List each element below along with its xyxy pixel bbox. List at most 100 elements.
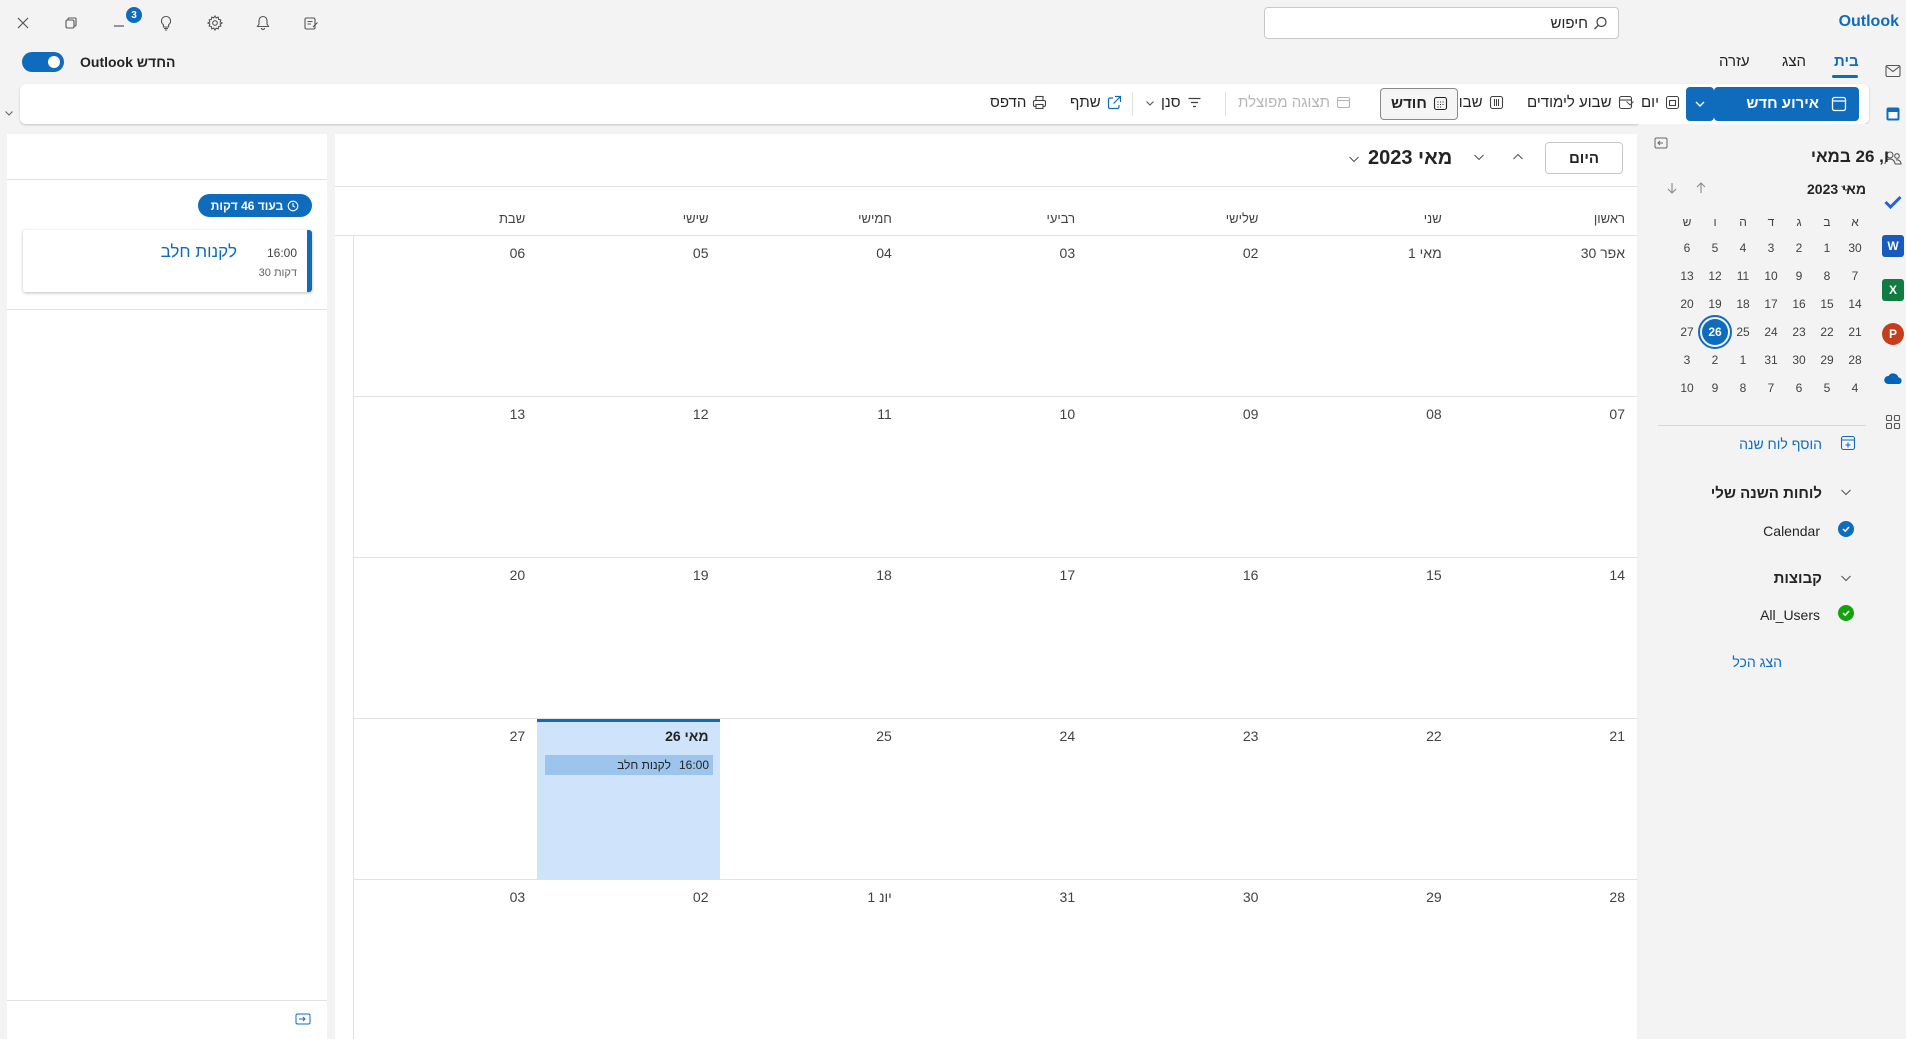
word-icon[interactable]: W bbox=[1882, 235, 1904, 257]
lightbulb-icon[interactable] bbox=[155, 12, 177, 34]
today-button[interactable]: היום bbox=[1545, 142, 1623, 174]
mini-day-cell[interactable]: 14 bbox=[1842, 291, 1868, 317]
mini-day-cell[interactable]: 11 bbox=[1730, 263, 1756, 289]
new-event-button[interactable]: אירוע חדש bbox=[1714, 87, 1859, 121]
mini-day-cell[interactable]: 9 bbox=[1786, 263, 1812, 289]
day-cell-date[interactable]: 08 bbox=[1426, 406, 1442, 422]
day-cell-date[interactable]: 21 bbox=[1609, 728, 1625, 744]
day-cell-date[interactable]: 14 bbox=[1609, 567, 1625, 583]
day-cell-date[interactable]: 13 bbox=[510, 406, 526, 422]
day-cell-date[interactable]: 06 bbox=[510, 245, 526, 261]
day-cell-date[interactable]: 22 bbox=[1426, 728, 1442, 744]
arrow-down-icon[interactable] bbox=[1665, 181, 1679, 195]
tab-help[interactable]: עזרה bbox=[1719, 53, 1750, 70]
group-name[interactable]: All_Users bbox=[1760, 607, 1820, 623]
day-cell-date[interactable]: 03 bbox=[1060, 245, 1076, 261]
calendar-app-icon[interactable] bbox=[1882, 103, 1904, 125]
day-cell-date[interactable]: 02 bbox=[1243, 245, 1259, 261]
day-cell-date[interactable]: 29 bbox=[1426, 889, 1442, 905]
mini-day-cell[interactable]: 19 bbox=[1702, 291, 1728, 317]
mini-day-cell[interactable]: 3 bbox=[1758, 235, 1784, 261]
day-cell-date[interactable]: 31 bbox=[1060, 889, 1076, 905]
whats-new-icon[interactable] bbox=[300, 12, 322, 34]
day-cell-date[interactable]: 02 bbox=[693, 889, 709, 905]
day-cell-date[interactable]: 07 bbox=[1609, 406, 1625, 422]
search-box[interactable]: חיפוש bbox=[1264, 7, 1619, 39]
mini-day-cell[interactable]: 5 bbox=[1702, 235, 1728, 261]
day-cell-date[interactable]: 03 bbox=[510, 889, 526, 905]
gear-icon[interactable] bbox=[204, 12, 226, 34]
next-month-icon[interactable] bbox=[1473, 152, 1485, 162]
day-cell-date[interactable]: 05 bbox=[693, 245, 709, 261]
week-view-button[interactable]: שבוע bbox=[1450, 94, 1504, 111]
show-all-link[interactable]: הצג הכל bbox=[1732, 654, 1782, 670]
add-calendar-link[interactable]: הוסף לוח שנה bbox=[1739, 436, 1822, 452]
mini-day-cell[interactable]: 4 bbox=[1730, 235, 1756, 261]
mini-day-cell[interactable]: 6 bbox=[1786, 375, 1812, 401]
mini-day-cell[interactable]: 8 bbox=[1730, 375, 1756, 401]
day-cell-date[interactable]: 12 bbox=[693, 406, 709, 422]
day-cell-date[interactable]: 20 bbox=[510, 567, 526, 583]
day-cell-date[interactable]: 09 bbox=[1243, 406, 1259, 422]
mini-day-cell[interactable]: 28 bbox=[1842, 347, 1868, 373]
filter-button[interactable]: סנן bbox=[1145, 94, 1202, 111]
mini-day-cell[interactable]: 1 bbox=[1814, 235, 1840, 261]
print-button[interactable]: הדפס bbox=[990, 94, 1047, 111]
mini-day-cell[interactable]: 23 bbox=[1786, 319, 1812, 345]
day-cell-date[interactable]: 24 bbox=[1060, 728, 1076, 744]
mini-day-cell[interactable]: 17 bbox=[1758, 291, 1784, 317]
excel-icon[interactable]: X bbox=[1882, 279, 1904, 301]
mini-day-cell[interactable]: 10 bbox=[1674, 375, 1700, 401]
day-cell-date[interactable]: 10 bbox=[1060, 406, 1076, 422]
mini-day-cell[interactable]: 31 bbox=[1758, 347, 1784, 373]
ribbon-collapse-icon[interactable] bbox=[4, 108, 14, 118]
mini-day-cell[interactable]: 13 bbox=[1674, 263, 1700, 289]
day-cell-date[interactable]: 28 bbox=[1609, 889, 1625, 905]
mini-day-cell[interactable]: 22 bbox=[1814, 319, 1840, 345]
mini-day-cell[interactable]: 30 bbox=[1842, 235, 1868, 261]
day-cell-date[interactable]: 30 אפר bbox=[1581, 245, 1625, 261]
day-cell-date[interactable]: 16 bbox=[1243, 567, 1259, 583]
mini-day-cell[interactable]: 16 bbox=[1786, 291, 1812, 317]
mini-day-cell[interactable]: 30 bbox=[1786, 347, 1812, 373]
day-cell-date[interactable]: 1 יונ bbox=[867, 889, 891, 905]
mini-day-cell[interactable]: 9 bbox=[1702, 375, 1728, 401]
day-cell-date[interactable]: 1 מאי bbox=[1408, 245, 1442, 261]
day-cell-date[interactable]: 26 מאי bbox=[665, 728, 708, 744]
mini-day-cell[interactable]: 5 bbox=[1814, 375, 1840, 401]
my-calendars-chevron-icon[interactable] bbox=[1840, 487, 1852, 497]
mini-day-cell[interactable]: 21 bbox=[1842, 319, 1868, 345]
mini-day-cell[interactable]: 24 bbox=[1758, 319, 1784, 345]
day-cell-date[interactable]: 19 bbox=[693, 567, 709, 583]
day-view-button[interactable]: יום bbox=[1625, 94, 1680, 111]
mini-day-cell[interactable]: 15 bbox=[1814, 291, 1840, 317]
mini-day-cell[interactable]: 10 bbox=[1758, 263, 1784, 289]
split-view-button[interactable]: תצוגה מפוצלת bbox=[1238, 94, 1351, 111]
day-cell-date[interactable]: 11 bbox=[877, 406, 892, 422]
my-calendars-heading[interactable]: לוחות השנה שלי bbox=[1711, 485, 1822, 502]
restore-icon[interactable] bbox=[60, 12, 82, 34]
day-cell-date[interactable]: 15 bbox=[1426, 567, 1442, 583]
work-week-view-button[interactable]: שבוע לימודים bbox=[1527, 94, 1633, 111]
day-cell-date[interactable]: 25 bbox=[876, 728, 892, 744]
search-input[interactable]: חיפוש bbox=[1551, 15, 1588, 32]
calendar-event[interactable]: 16:00 לקנות חלב bbox=[545, 755, 713, 775]
bell-icon[interactable] bbox=[252, 12, 274, 34]
month-title[interactable]: מאי 2023 bbox=[1368, 147, 1452, 170]
powerpoint-icon[interactable]: P bbox=[1882, 323, 1904, 345]
calendar-add-icon[interactable] bbox=[1840, 435, 1856, 451]
close-icon[interactable] bbox=[12, 12, 34, 34]
mini-day-cell[interactable]: 12 bbox=[1702, 263, 1728, 289]
prev-month-icon[interactable] bbox=[1512, 152, 1524, 162]
month-view-button[interactable]: חודש bbox=[1380, 88, 1458, 120]
mini-day-cell[interactable]: 26 bbox=[1698, 315, 1732, 349]
mini-day-cell[interactable]: 6 bbox=[1674, 235, 1700, 261]
mini-day-cell[interactable]: 8 bbox=[1814, 263, 1840, 289]
arrow-up-icon[interactable] bbox=[1694, 181, 1708, 195]
calendar-name[interactable]: Calendar bbox=[1763, 523, 1820, 539]
mail-icon[interactable] bbox=[1882, 60, 1904, 82]
calendar-checked-icon[interactable] bbox=[1838, 521, 1854, 537]
month-picker-chevron-icon[interactable] bbox=[1348, 154, 1360, 164]
tab-home[interactable]: בית bbox=[1834, 53, 1859, 70]
day-cell-date[interactable]: 30 bbox=[1243, 889, 1259, 905]
